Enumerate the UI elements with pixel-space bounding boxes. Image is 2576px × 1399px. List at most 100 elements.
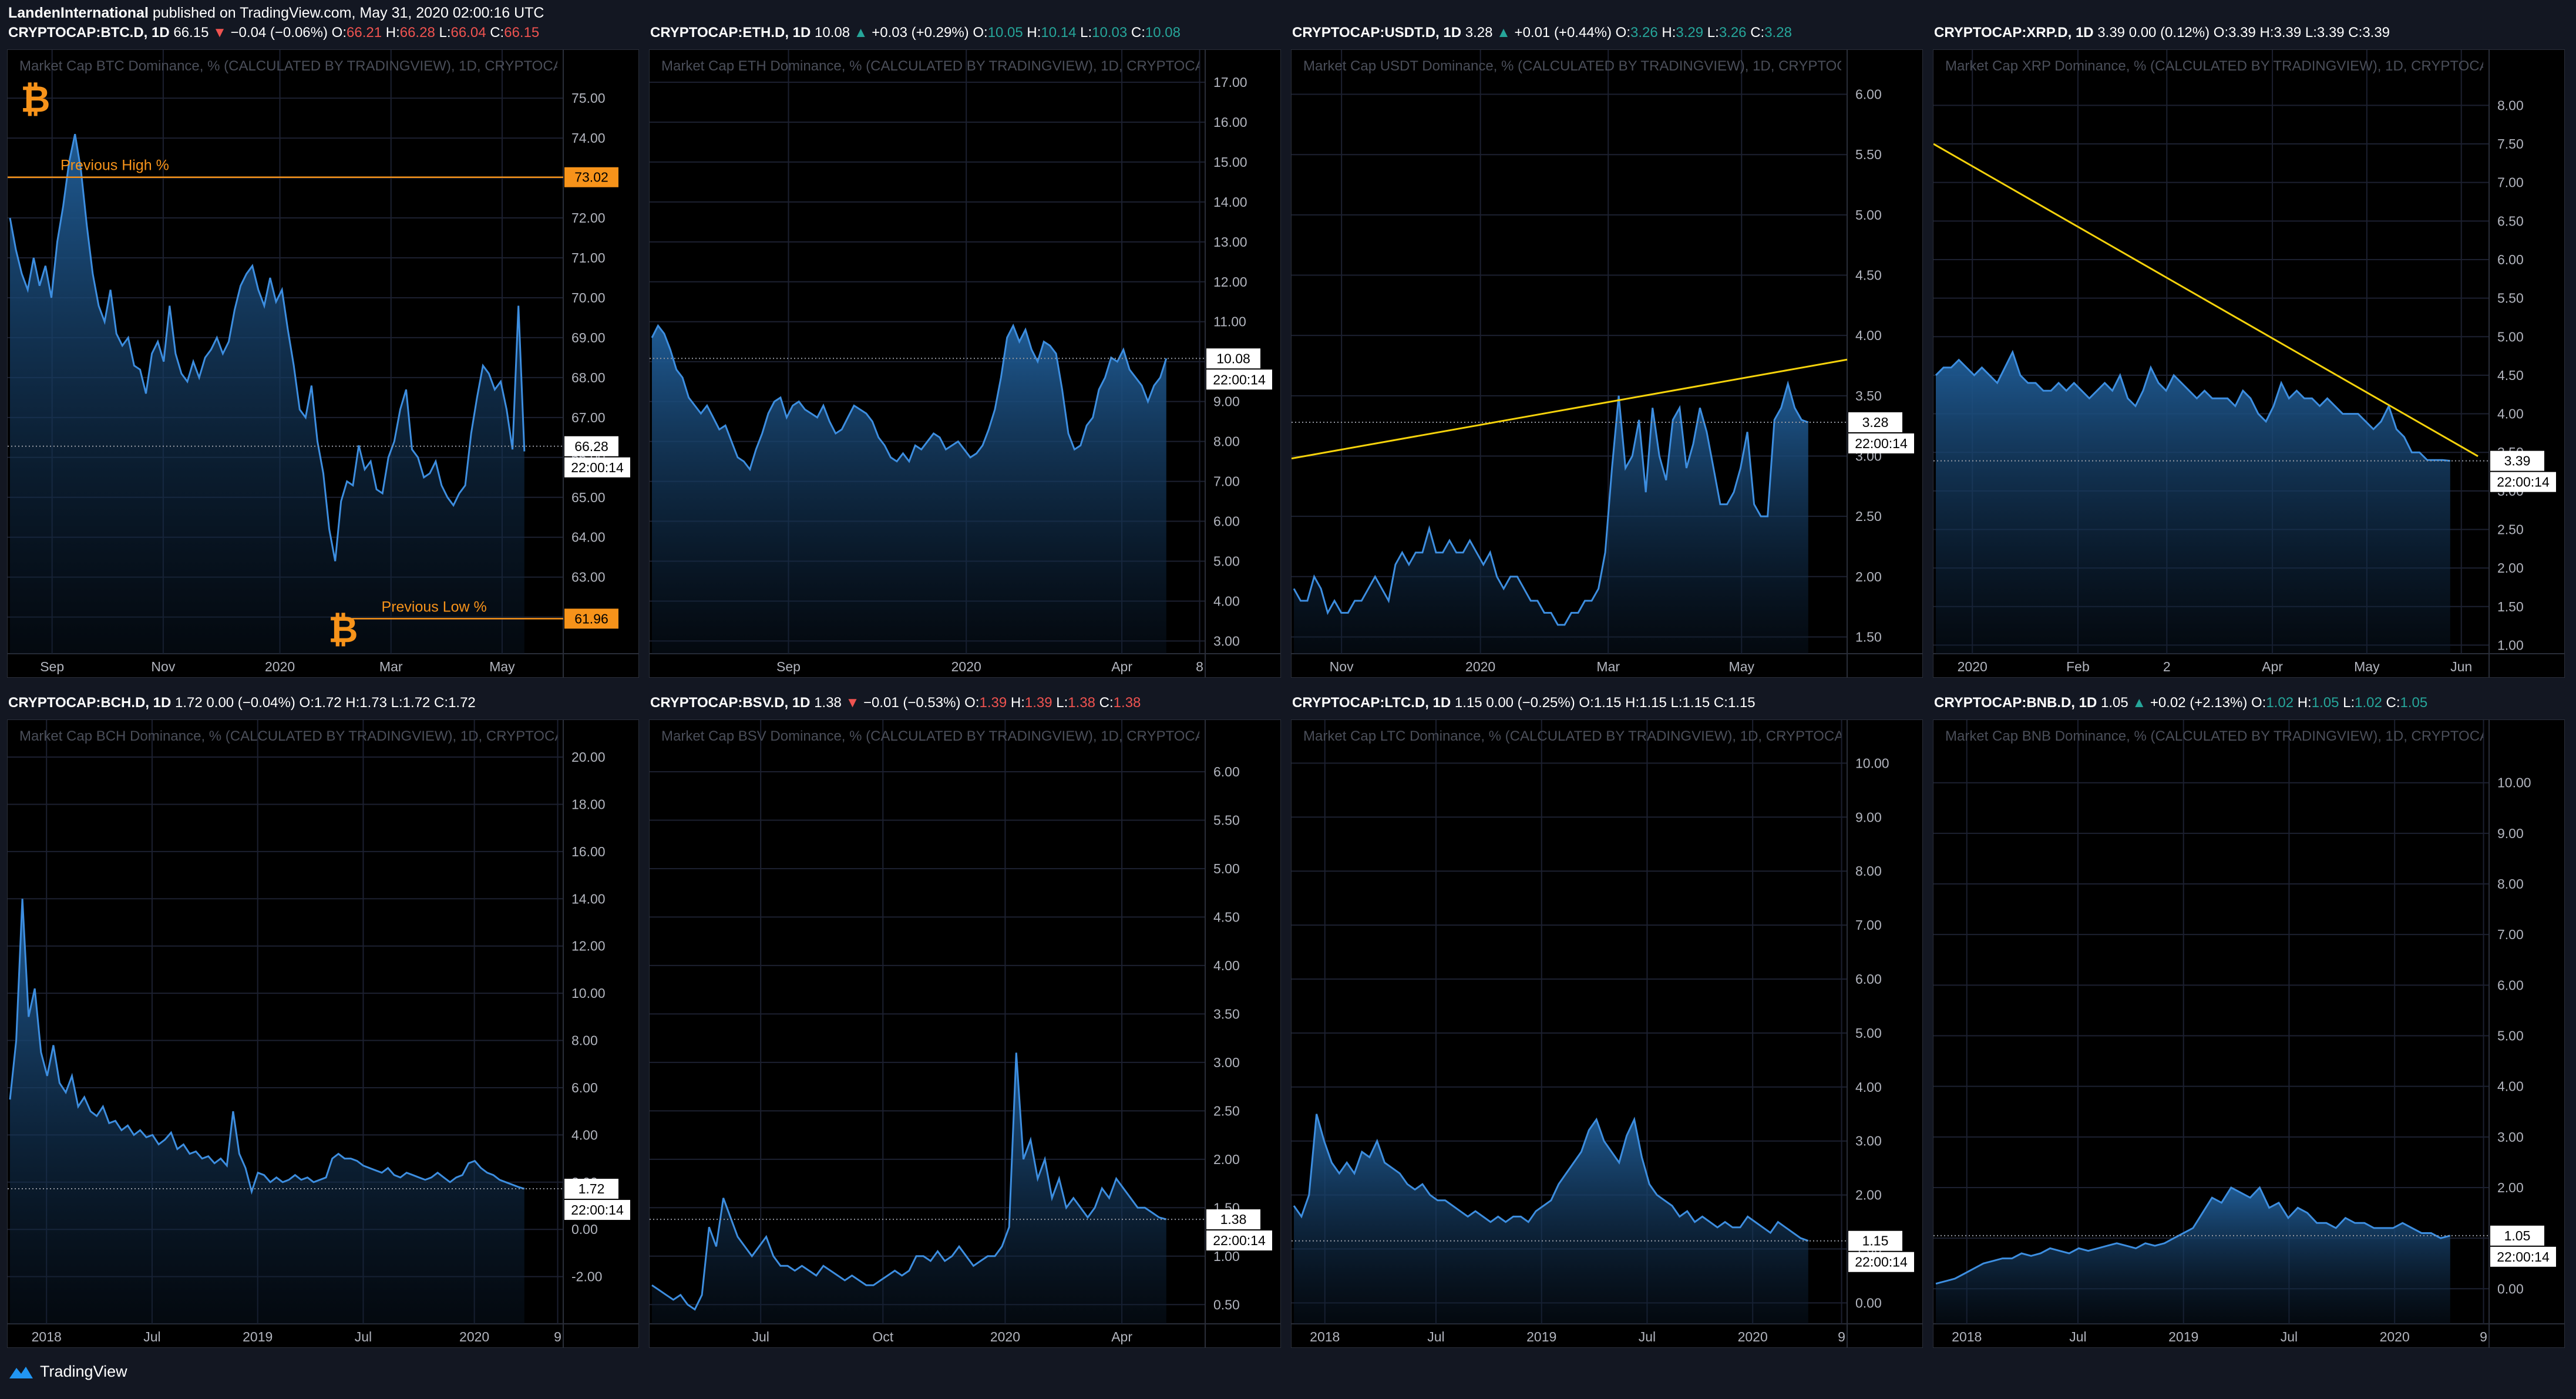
chart-svg[interactable]: -2.000.002.004.006.008.0010.0012.0014.00… [8,720,638,1347]
last-price: 10.08 [815,25,850,41]
y-tick-label: 5.00 [1213,861,1240,876]
y-tick-label: 75.00 [571,90,606,106]
last-price-tag-text: 10.08 [1216,351,1250,366]
y-tick-label: 12.00 [1213,274,1247,290]
symbol-label[interactable]: CRYPTOCAP:BSV.D, 1D [650,695,811,711]
y-tick-label: 13.00 [1213,234,1247,250]
x-tick-label: 9 [1838,1329,1845,1344]
chart-svg[interactable]: 62.0063.0064.0065.0066.0067.0068.0069.00… [8,50,638,677]
chart-area[interactable]: 1.50 2.00 2.50 3.00 3.50 4.00 4.50 5.00 5.50 6.00… [1291,49,1923,678]
chart-panel-eth-d[interactable]: CRYPTOCAP:ETH.D, 1D 10.08 ▲ +0.03 (+0.29… [642,20,1284,690]
y-tick-label: 8.00 [1855,863,1882,879]
last-price: 3.28 [1465,25,1493,41]
chart-area[interactable]: 0.001.002.003.004.005.006.007.008.009.00… [1933,719,2565,1348]
y-tick-label: 4.00 [1213,593,1240,608]
chart-panel-ltc-d[interactable]: CRYPTOCAP:LTC.D, 1D 1.15 0.00 (−0.25%) O… [1284,690,1926,1360]
symbol-label[interactable]: CRYPTOCAP:XRP.D, 1D [1934,25,2094,41]
chart-area[interactable]: -2.000.002.004.006.008.0010.0012.0014.00… [7,719,639,1348]
ohlc-o: 1.15 [1593,695,1622,711]
y-tick-label: 8.00 [1213,434,1240,449]
last-price-tag-text: 3.39 [2504,453,2531,469]
chart-panel-bch-d[interactable]: CRYPTOCAP:BCH.D, 1D 1.72 0.00 (−0.04%) O… [0,690,642,1360]
trendline[interactable] [1292,358,1848,460]
ohlc-l: 1.72 [402,695,431,711]
y-tick-label: 4.50 [1213,909,1240,924]
y-tick-label: 5.00 [1855,1025,1882,1041]
price-change: +0.01 (+0.44%) [1514,25,1612,41]
ohlc-o: 1.72 [314,695,342,711]
y-tick-label: 1.00 [2497,637,2524,653]
chart-panel-bnb-d[interactable]: CRYPTOCAP:BNB.D, 1D 1.05 ▲ +0.02 (+2.13%… [1926,690,2568,1360]
chart-area[interactable]: 3.004.005.006.007.008.009.0010.0011.0012… [649,49,1281,678]
x-tick-label: 2019 [2168,1329,2198,1344]
y-tick-label: 4.00 [1213,958,1240,973]
area-fill [1294,1114,1808,1324]
y-tick-label: 70.00 [571,290,606,305]
y-tick-label: 8.00 [2497,876,2524,892]
arrow-up-icon: ▲ [2132,695,2147,711]
last-price: 66.15 [173,25,209,41]
chart-panel-bsv-d[interactable]: CRYPTOCAP:BSV.D, 1D 1.38 ▼ −0.01 (−0.53%… [642,690,1284,1360]
y-tick-label: 1.50 [2497,599,2524,614]
symbol-label[interactable]: CRYPTOCAP:USDT.D, 1D [1292,25,1461,41]
y-tick-label: 16.00 [1213,115,1247,130]
ohlc-c: 66.15 [504,25,540,41]
chart-title: Market Cap BNB Dominance, % (CALCULATED … [1945,728,2483,744]
chart-legend: CRYPTOCAP:ETH.D, 1D 10.08 ▲ +0.03 (+0.29… [650,25,1181,41]
tradingview-logo-icon [9,1366,33,1378]
x-tick-label: Jul [752,1329,769,1344]
x-tick-label: 2020 [265,659,295,674]
chart-svg[interactable]: 1.001.502.002.503.003.504.004.505.005.50… [1933,50,2564,677]
y-tick-label: 5.00 [1855,207,1882,223]
y-tick-label: 4.00 [2497,1079,2524,1094]
chart-area[interactable]: 0.50 1.00 1.50 2.00 2.50 3.00 3.50 4.00 4.50 5.00… [649,719,1281,1348]
ohlc-c: 1.05 [2400,695,2428,711]
y-tick-label: 2.50 [1213,1103,1240,1118]
level-label: Previous Low % [382,598,487,615]
symbol-label[interactable]: CRYPTOCAP:BCH.D, 1D [8,695,171,711]
chart-svg[interactable]: 0.501.001.502.002.503.003.504.004.505.00… [650,720,1280,1347]
ohlc-h: 1.15 [1639,695,1667,711]
ohlc-h: 3.29 [1676,25,1704,41]
area-fill [10,134,524,654]
ohlc-l: 1.02 [2355,695,2382,711]
symbol-label[interactable]: CRYPTOCAP:BTC.D, 1D [8,25,170,41]
x-tick-label: Apr [1111,659,1132,674]
chart-panel-xrp-d[interactable]: CRYPTOCAP:XRP.D, 1D 3.39 0.00 (0.12%) O:… [1926,20,2568,690]
chart-svg[interactable]: 1.502.002.503.003.504.004.505.005.506.00… [1292,50,1922,677]
chart-svg[interactable]: 0.001.002.003.004.005.006.007.008.009.00… [1933,720,2564,1347]
x-tick-label: 2020 [2380,1329,2410,1344]
arrow-up-icon: ▲ [853,25,868,41]
tradingview-footer[interactable]: TradingView [8,1363,127,1381]
symbol-label[interactable]: CRYPTOCAP:ETH.D, 1D [650,25,811,41]
symbol-label[interactable]: CRYPTOCAP:LTC.D, 1D [1292,695,1451,711]
y-tick-label: 64.00 [571,530,606,545]
chart-svg[interactable]: 0.001.002.003.004.005.006.007.008.009.00… [1292,720,1922,1347]
y-tick-label: 6.00 [1213,764,1240,779]
x-tick-label: 2020 [1738,1329,1768,1344]
chart-area[interactable]: 0.001.002.003.004.005.006.007.008.009.00… [1291,719,1923,1348]
time-tag-text: 22:00:14 [1213,1233,1266,1248]
chart-svg[interactable]: 3.004.005.006.007.008.009.0010.0011.0012… [650,50,1280,677]
symbol-label[interactable]: CRYPTOCAP:BNB.D, 1D [1934,695,2097,711]
y-tick-label: 2.00 [1213,1152,1240,1167]
area-fill [10,899,524,1324]
x-tick-label: Jul [143,1329,160,1344]
x-tick-label: Jul [1639,1329,1656,1344]
y-tick-label: 7.00 [2497,927,2524,942]
author-name[interactable]: LandenInternational [8,5,149,21]
last-price: 1.15 [1454,695,1482,711]
y-tick-label: 4.00 [2497,406,2524,422]
chart-panel-btc-d[interactable]: CRYPTOCAP:BTC.D, 1D 66.15 ▼ −0.04 (−0.06… [0,20,642,690]
chart-area[interactable]: 62.0063.0064.0065.0066.0067.0068.0069.00… [7,49,639,678]
chart-title: Market Cap BCH Dominance, % (CALCULATED … [19,728,557,744]
x-tick-label: 2018 [1310,1329,1340,1344]
y-tick-label: 5.50 [1213,812,1240,828]
chart-title: Market Cap XRP Dominance, % (CALCULATED … [1945,58,2483,74]
y-tick-label: 10.00 [571,986,606,1001]
x-tick-label: 2020 [990,1329,1020,1344]
x-tick-label: Jul [355,1329,372,1344]
chart-panel-usdt-d[interactable]: CRYPTOCAP:USDT.D, 1D 3.28 ▲ +0.01 (+0.44… [1284,20,1926,690]
chart-area[interactable]: 1.001.502.002.503.003.504.004.505.005.50… [1933,49,2565,678]
y-tick-label: 9.00 [1213,394,1240,409]
